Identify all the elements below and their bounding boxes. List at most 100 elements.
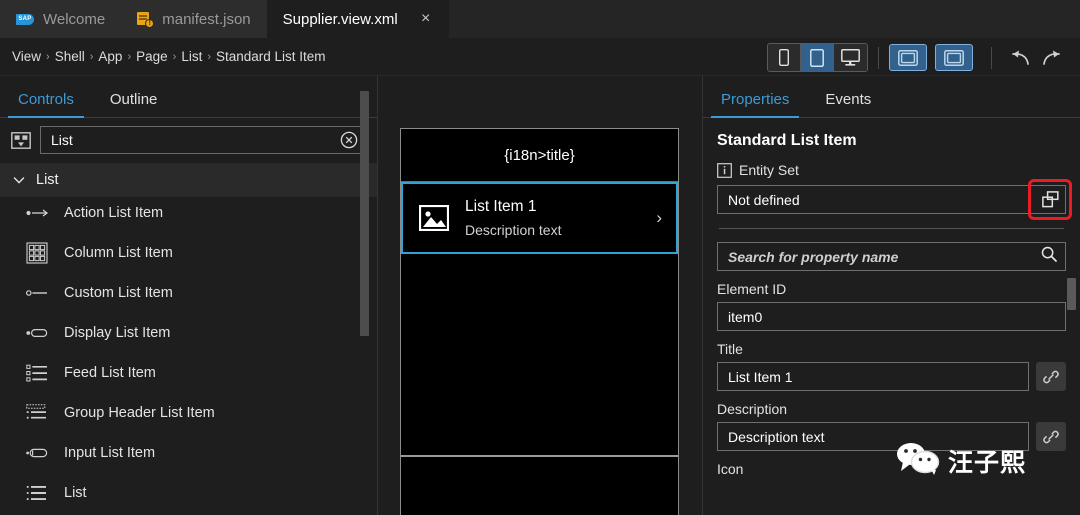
redo-arrow-icon: [1043, 50, 1060, 65]
editor-tab-bar: SAP Welcome ! manifest.json Supplier.vie…: [0, 0, 1080, 38]
entity-set-input[interactable]: [728, 191, 1057, 208]
element-id-field[interactable]: [717, 302, 1066, 331]
control-label: Column List Item: [64, 245, 173, 261]
panel-divider: [719, 228, 1064, 229]
control-custom-list-item[interactable]: Custom List Item: [0, 273, 378, 313]
tab-controls[interactable]: Controls: [0, 91, 92, 118]
display-list-item-icon: [26, 322, 50, 344]
properties-panel: Properties Events Standard List Item Ent…: [702, 76, 1080, 515]
control-column-list-item[interactable]: Column List Item: [0, 233, 378, 273]
tab-events[interactable]: Events: [807, 91, 889, 117]
feed-list-item-icon: [26, 362, 50, 384]
title-binding-button[interactable]: [1036, 362, 1066, 391]
breadcrumb-item-standard-list-item[interactable]: Standard List Item: [216, 49, 326, 64]
control-label: List: [64, 485, 87, 501]
duplicate-squares-icon: [1042, 191, 1059, 208]
tablet-view-button[interactable]: [801, 44, 834, 71]
control-action-list-item[interactable]: Action List Item: [0, 193, 378, 233]
undo-button[interactable]: [1002, 44, 1036, 71]
description-input[interactable]: [728, 428, 1020, 445]
control-display-list-item[interactable]: Display List Item: [0, 313, 378, 353]
preview-item-description: Description text: [465, 222, 562, 238]
title-field[interactable]: [717, 362, 1029, 391]
breadcrumb: View › Shell › App › Page › List › Stand…: [0, 49, 326, 64]
search-input[interactable]: [51, 132, 340, 148]
link-chain-icon: [1043, 370, 1059, 383]
breadcrumb-item-list[interactable]: List: [181, 49, 202, 64]
description-binding-button[interactable]: [1036, 422, 1066, 451]
tab-manifest-json[interactable]: ! manifest.json: [121, 0, 267, 38]
control-label: Display List Item: [64, 325, 171, 341]
element-id-input[interactable]: [728, 308, 1057, 325]
link-chain-icon: [1043, 430, 1059, 443]
tab-label: Supplier.view.xml: [282, 10, 398, 28]
entity-set-label-row: Entity Set: [717, 162, 1066, 185]
phone-view-button[interactable]: [768, 44, 801, 71]
control-library-icon[interactable]: [10, 130, 32, 150]
entity-set-select-button[interactable]: [1039, 188, 1062, 211]
clear-circle-icon[interactable]: [340, 131, 358, 149]
redo-button[interactable]: [1036, 44, 1070, 71]
search-input-wrapper[interactable]: [40, 126, 365, 154]
controls-group-list[interactable]: List: [0, 163, 377, 197]
properties-scrollbar-thumb[interactable]: [1067, 278, 1076, 310]
control-group-header-list-item[interactable]: Group Header List Item: [0, 393, 378, 433]
icon-label: Icon: [717, 461, 744, 477]
preview-standard-list-item-selected[interactable]: List Item 1 Description text ›: [401, 182, 678, 254]
title-row: [717, 362, 1066, 391]
tab-welcome[interactable]: SAP Welcome: [0, 0, 122, 38]
info-icon[interactable]: [717, 162, 732, 178]
tab-supplier-view-xml[interactable]: Supplier.view.xml ×: [266, 0, 449, 38]
desktop-icon: [841, 49, 860, 66]
property-search-field[interactable]: [717, 242, 1066, 271]
custom-list-item-icon: [26, 282, 50, 304]
close-icon[interactable]: ×: [419, 11, 433, 27]
description-row: [717, 422, 1066, 451]
toggle-left-panel-button[interactable]: [889, 44, 927, 71]
json-file-icon: !: [137, 11, 155, 28]
controls-search-row: [0, 118, 377, 163]
left-panel-tabs: Controls Outline: [0, 76, 377, 118]
device-frame: {i18n>title} List Item 1 Description tex…: [400, 128, 679, 515]
description-label: Description: [717, 401, 788, 417]
breadcrumb-separator: ›: [89, 50, 94, 63]
page-title: {i18n>title}: [504, 146, 575, 164]
toggle-right-panel-button[interactable]: [935, 44, 973, 71]
breadcrumb-item-page[interactable]: Page: [136, 49, 168, 64]
chevron-right-icon: ›: [656, 208, 662, 227]
preview-list-empty-area: [401, 254, 678, 455]
desktop-view-button[interactable]: [834, 44, 867, 71]
tab-label: manifest.json: [162, 10, 251, 28]
control-feed-list-item[interactable]: Feed List Item: [0, 353, 378, 393]
list-icon: [26, 482, 50, 504]
breadcrumb-item-shell[interactable]: Shell: [55, 49, 85, 64]
breadcrumb-item-view[interactable]: View: [12, 49, 41, 64]
control-label: Input List Item: [64, 445, 156, 461]
phone-icon: [779, 49, 789, 66]
description-field[interactable]: [717, 422, 1029, 451]
breadcrumb-toolbar: View › Shell › App › Page › List › Stand…: [0, 38, 1080, 76]
property-search-input[interactable]: [728, 248, 1041, 265]
preview-page-footer: [401, 455, 678, 515]
search-icon: [1041, 246, 1057, 267]
canvas-preview-area: {i18n>title} List Item 1 Description tex…: [379, 76, 701, 515]
breadcrumb-separator: ›: [127, 50, 132, 63]
tab-outline[interactable]: Outline: [92, 91, 176, 117]
title-label: Title: [717, 341, 743, 357]
breadcrumb-item-app[interactable]: App: [98, 49, 122, 64]
entity-set-field-row: [717, 179, 1072, 220]
entity-set-field[interactable]: [717, 185, 1066, 214]
title-input[interactable]: [728, 368, 1020, 385]
tab-properties[interactable]: Properties: [703, 91, 807, 118]
input-list-item-icon: [26, 442, 50, 464]
controls-scrollbar-thumb[interactable]: [360, 91, 369, 336]
breadcrumb-separator: ›: [172, 50, 177, 63]
control-label: Custom List Item: [64, 285, 173, 301]
group-label: List: [36, 172, 59, 188]
control-label: Group Header List Item: [64, 405, 215, 421]
control-input-list-item[interactable]: Input List Item: [0, 433, 378, 473]
control-label: Feed List Item: [64, 365, 156, 381]
control-list[interactable]: List: [0, 473, 378, 513]
control-label: Action List Item: [64, 205, 164, 221]
group-header-list-item-icon: [26, 402, 50, 424]
